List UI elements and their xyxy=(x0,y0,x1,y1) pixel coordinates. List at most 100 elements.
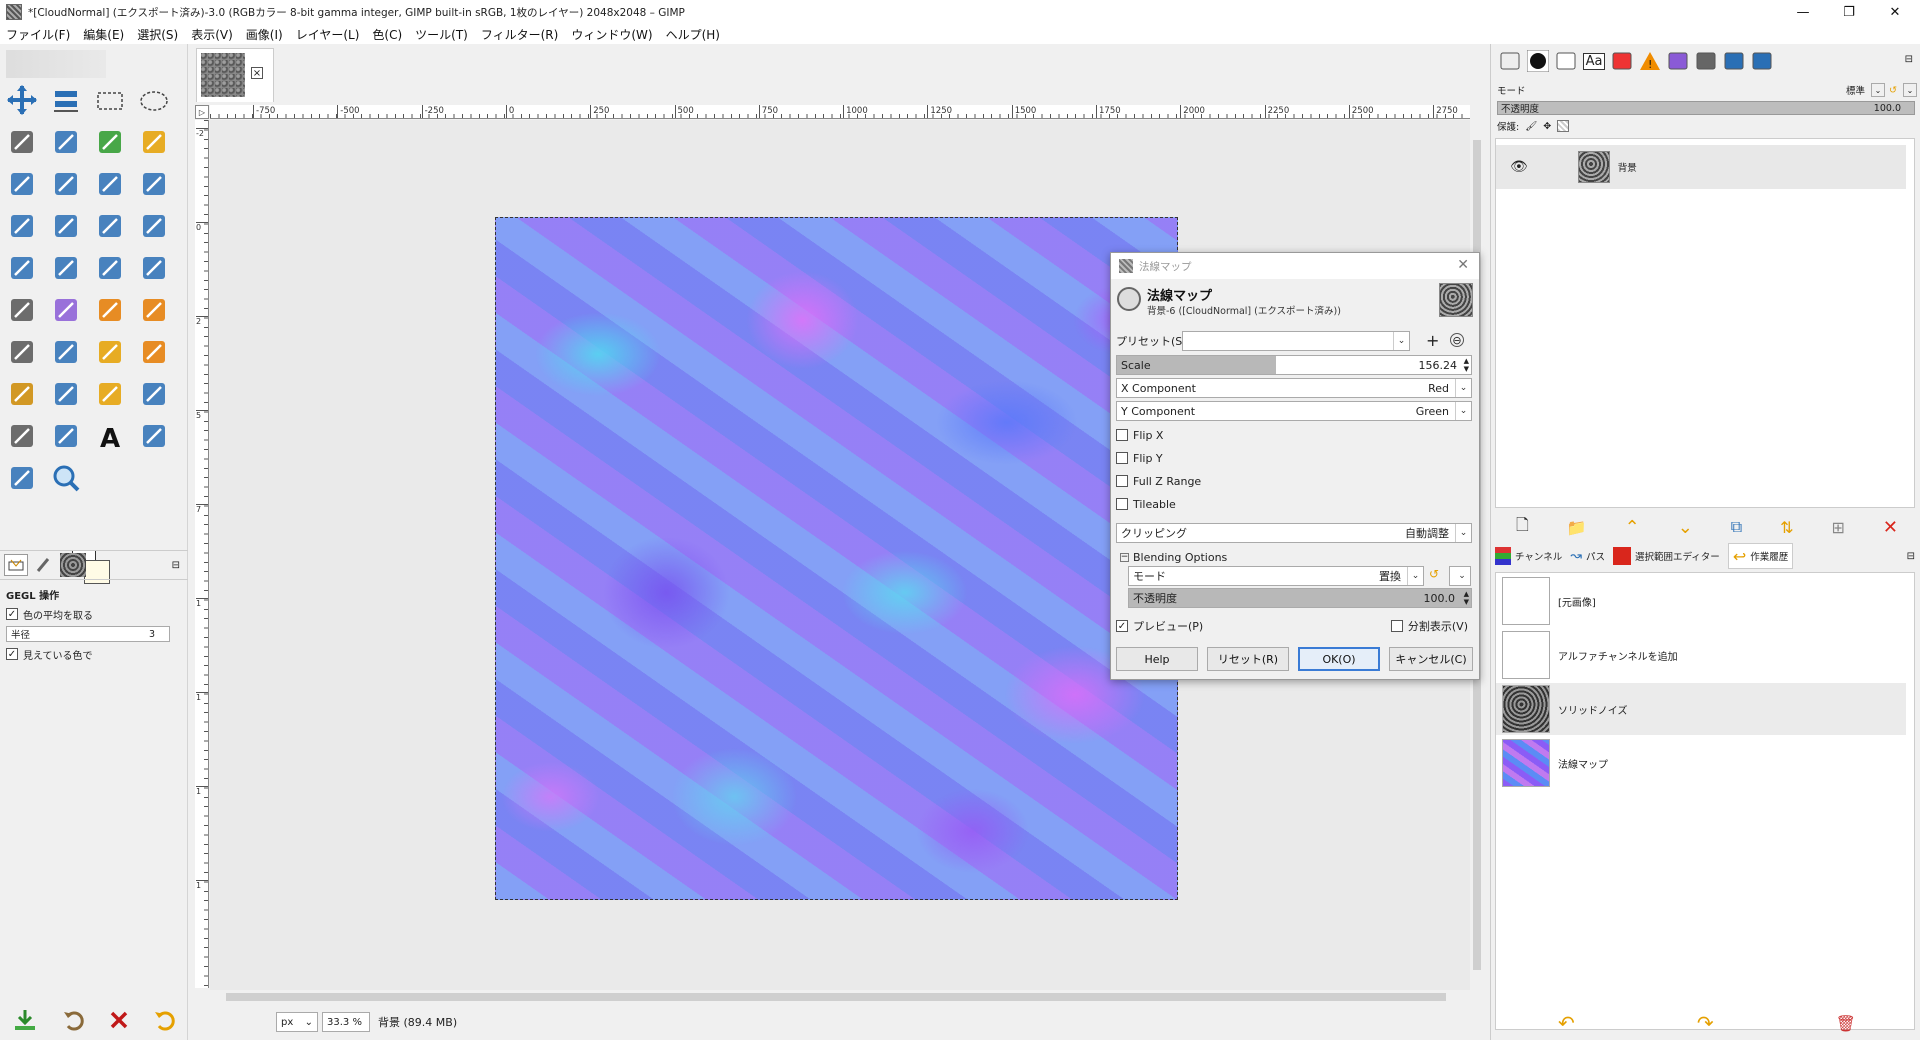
tool-presets-tab-icon[interactable] xyxy=(1609,48,1635,74)
average-checkbox[interactable]: ✓ xyxy=(6,608,18,620)
chevron-down-icon[interactable]: ⌄ xyxy=(1871,83,1886,97)
smudge-tool-icon[interactable] xyxy=(92,334,128,370)
redo-icon[interactable]: ↷ xyxy=(1697,1011,1714,1035)
scale-spinner[interactable]: Scale 156.24 ▲ ▼ xyxy=(1116,355,1472,375)
clipping-select[interactable]: クリッピング 自動調整 ⌄ xyxy=(1116,523,1472,543)
menu-help[interactable]: ヘルプ(H) xyxy=(666,26,720,43)
flip-x-checkbox[interactable] xyxy=(1116,429,1128,441)
tileable-row[interactable]: Tileable xyxy=(1116,494,1476,514)
raise-layer-icon[interactable]: ⌃ xyxy=(1625,517,1640,538)
perspective-tool-icon[interactable] xyxy=(48,208,84,244)
warp-transform-icon[interactable] xyxy=(136,166,172,202)
delete-layer-icon[interactable]: ✕ xyxy=(1883,517,1898,538)
preview-row[interactable]: ✓ プレビュー(P) 分割表示(V) xyxy=(1116,616,1476,636)
pencil-icon[interactable] xyxy=(136,292,172,328)
maximize-button[interactable]: ❐ xyxy=(1826,0,1872,24)
ink-tool-icon[interactable] xyxy=(48,334,84,370)
perspective-clone-icon[interactable] xyxy=(92,376,128,412)
tab-selection-editor[interactable]: 選択範囲エディター xyxy=(1635,549,1720,563)
menu-layer[interactable]: レイヤー(L) xyxy=(296,26,360,43)
history-item-selected[interactable]: ソリッドノイズ xyxy=(1496,683,1906,735)
anchor-layer-icon[interactable]: ⇅ xyxy=(1780,518,1793,537)
full-z-checkbox[interactable] xyxy=(1116,475,1128,487)
zoom-select[interactable]: 33.3 % xyxy=(322,1012,370,1032)
restore-tool-preset-icon[interactable] xyxy=(62,1008,86,1032)
text-tool-icon[interactable]: A xyxy=(92,418,128,454)
clear-history-icon[interactable]: 🗑 xyxy=(1836,1014,1856,1033)
menu-tools[interactable]: ツール(T) xyxy=(415,26,468,43)
mypaint-brush-icon[interactable] xyxy=(4,334,40,370)
split-view-checkbox[interactable] xyxy=(1390,620,1403,632)
patterns-tab-icon[interactable] xyxy=(1553,48,1579,74)
quick-mask-corner[interactable]: ▷ xyxy=(195,105,209,119)
wave-tool-icon[interactable] xyxy=(92,250,128,286)
configure-tab-icon[interactable]: ⊟ xyxy=(172,560,180,571)
visible-checkbox[interactable]: ✓ xyxy=(6,648,18,660)
layers-tab-icon[interactable] xyxy=(1497,48,1523,74)
bucket-fill-icon[interactable] xyxy=(4,292,40,328)
history-item[interactable]: アルファチャンネルを追加 xyxy=(1496,629,1906,681)
configure-tab-icon[interactable]: ⊟ xyxy=(1907,551,1915,562)
lock-pixels-icon[interactable]: 🖌 xyxy=(1525,121,1537,132)
rect-select-icon[interactable] xyxy=(92,82,128,118)
scissors-select-icon[interactable] xyxy=(48,124,84,160)
history-item[interactable]: 法線マップ xyxy=(1496,737,1906,789)
layer-opacity-spinner[interactable]: 不透明度 100.0 xyxy=(1497,101,1915,115)
menu-edit[interactable]: 編集(E) xyxy=(83,26,124,43)
align-tool-icon[interactable] xyxy=(48,82,84,118)
horizontal-ruler[interactable]: -750 -500 -250 0 250 500 750 1000 1250 1500 1750 20… xyxy=(210,105,1470,119)
close-button[interactable]: ✕ xyxy=(1872,0,1918,24)
lock-position-icon[interactable]: ✥ xyxy=(1543,121,1551,132)
gradient-tool-icon[interactable] xyxy=(136,250,172,286)
preset-combo[interactable]: ⌄ xyxy=(1182,331,1410,351)
save-tool-preset-icon[interactable] xyxy=(11,1008,39,1032)
opacity-stepper-icon[interactable]: ▲ ▼ xyxy=(1464,590,1469,606)
flip-y-row[interactable]: Flip Y xyxy=(1116,448,1476,468)
layer-name[interactable]: 背景 xyxy=(1618,160,1637,174)
paths-icon[interactable]: ↝ xyxy=(1570,548,1582,564)
menu-file[interactable]: ファイル(F) xyxy=(6,26,70,43)
blend-mode-select[interactable]: モード 置換 ⌄ xyxy=(1128,566,1424,586)
merge-layer-icon[interactable]: ⊞ xyxy=(1832,518,1845,537)
scale-stepper-icon[interactable]: ▲ ▼ xyxy=(1464,357,1469,373)
channels-icon[interactable] xyxy=(1495,547,1511,565)
delete-tool-preset-icon[interactable] xyxy=(108,1009,130,1031)
blend-opacity-spinner[interactable]: 不透明度 100.0 ▲ ▼ xyxy=(1128,588,1472,608)
flip-tool-icon[interactable] xyxy=(92,208,128,244)
add-preset-icon[interactable]: + xyxy=(1426,331,1439,350)
history-item[interactable]: [元画像] xyxy=(1496,575,1906,627)
tab-channels[interactable]: チャンネル xyxy=(1515,549,1562,563)
undo-icon[interactable]: ↶ xyxy=(1558,1011,1575,1035)
move-tool-icon[interactable] xyxy=(4,82,40,118)
minimize-button[interactable]: — xyxy=(1780,0,1826,24)
horizontal-scrollbar[interactable] xyxy=(210,990,1470,1004)
reset-mode-icon[interactable]: ↺ xyxy=(1429,567,1439,581)
reset-tool-options-icon[interactable] xyxy=(153,1008,177,1032)
flip-y-checkbox[interactable] xyxy=(1116,452,1128,464)
warning-tab-icon[interactable]: ! xyxy=(1637,48,1663,74)
foreground-select-icon[interactable] xyxy=(92,124,128,160)
menu-select[interactable]: 選択(S) xyxy=(137,26,178,43)
device-status-tab[interactable] xyxy=(32,554,56,576)
paint-dynamics-tab-icon[interactable] xyxy=(1665,48,1691,74)
unified-transform-icon[interactable] xyxy=(92,166,128,202)
fonts-tab-icon[interactable]: Aa xyxy=(1581,48,1607,74)
paintbrush-icon[interactable] xyxy=(92,292,128,328)
menu-image[interactable]: 画像(I) xyxy=(246,26,283,43)
horizontal-scroll-thumb[interactable] xyxy=(226,993,1446,1001)
brushes-tab-icon[interactable] xyxy=(1525,48,1551,74)
image-tab-thumb[interactable] xyxy=(60,553,86,577)
image-tab[interactable]: × xyxy=(196,48,274,102)
new-layer-group-icon[interactable]: 📁 xyxy=(1567,518,1587,537)
tileable-checkbox[interactable] xyxy=(1116,498,1128,510)
path-tool-icon[interactable] xyxy=(48,418,84,454)
eye-icon[interactable]: 👁 xyxy=(1510,159,1528,175)
full-z-row[interactable]: Full Z Range xyxy=(1116,471,1476,491)
reset-mode-icon[interactable]: ↺ xyxy=(1889,85,1897,96)
menu-windows[interactable]: ウィンドウ(W) xyxy=(571,26,652,43)
average-checkbox-row[interactable]: ✓ 色の平均を取る xyxy=(6,604,182,624)
reset-button[interactable]: リセット(R) xyxy=(1207,647,1289,671)
collapse-icon[interactable]: − xyxy=(1120,552,1129,562)
images-tab-icon[interactable] xyxy=(1721,48,1747,74)
clone-tool-icon[interactable] xyxy=(4,376,40,412)
